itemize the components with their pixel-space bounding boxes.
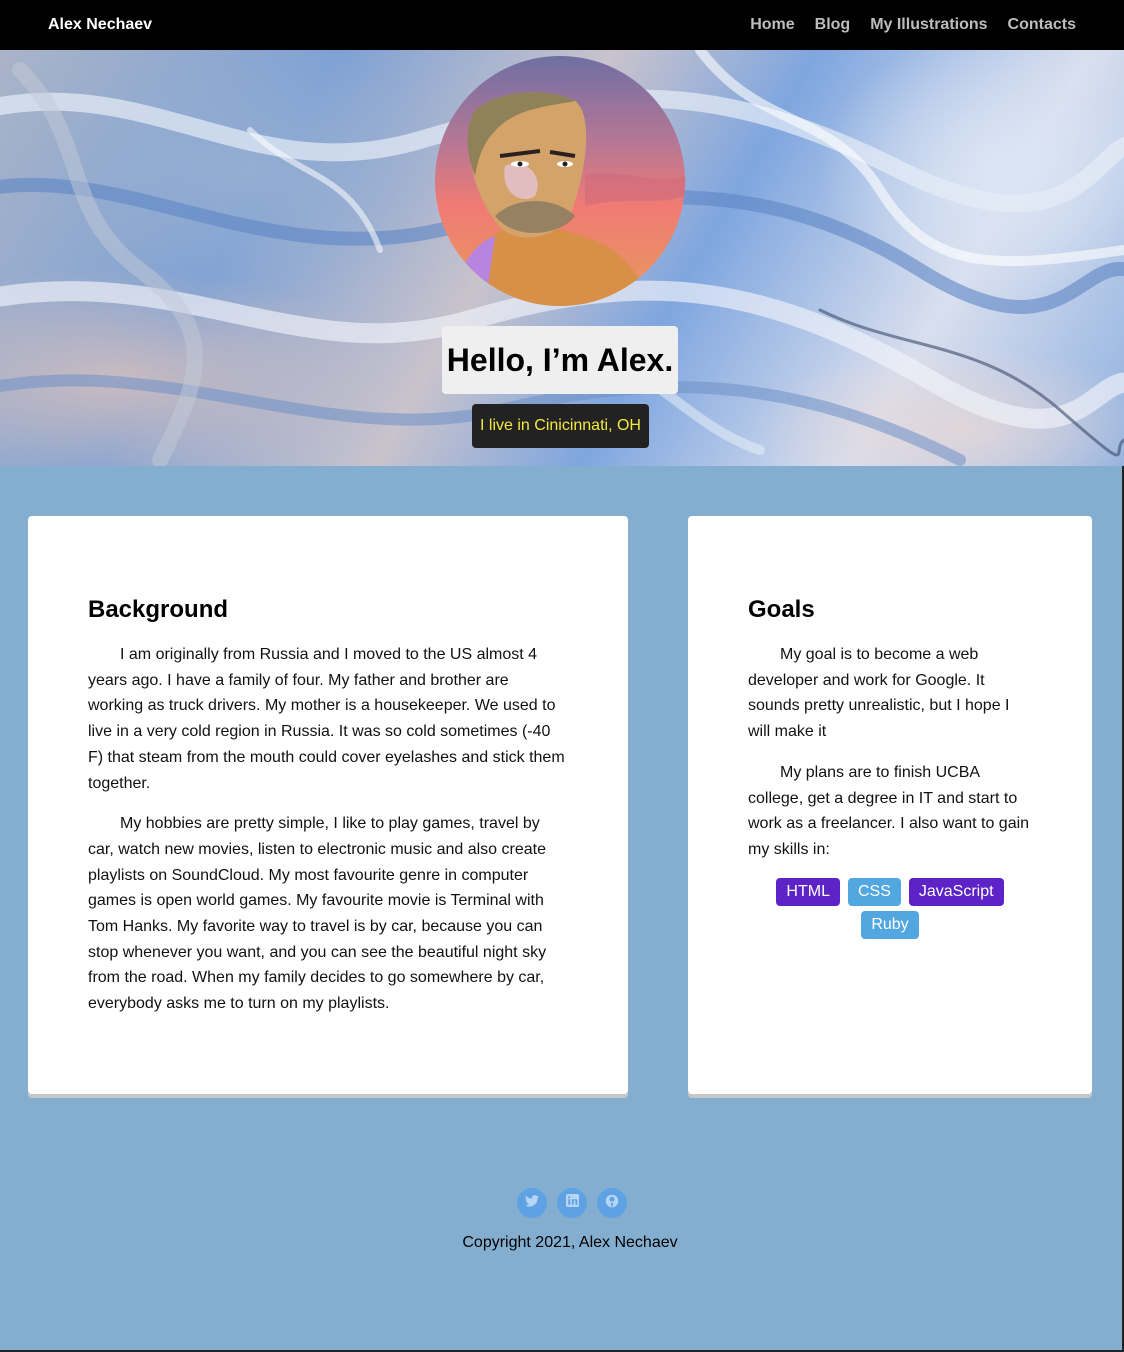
nav-links: Home Blog My Illustrations Contacts [730, 16, 1076, 34]
nav-link-illustrations[interactable]: My Illustrations [870, 16, 987, 34]
hero-title: Hello, I’m Alex. [442, 326, 678, 394]
hero-subtitle: I live in Cinicinnati, OH [472, 404, 649, 448]
navbar: Alex Nechaev Home Blog My Illustrations … [0, 0, 1124, 50]
hero-section: Hello, I’m Alex. I live in Cinicinnati, … [0, 50, 1124, 466]
goals-paragraph-2: My plans are to finish UCBA college, get… [748, 763, 1030, 858]
skill-badge-css: CSS [847, 877, 901, 906]
twitter-link[interactable] [517, 1188, 547, 1218]
background-paragraph-1: I am originally from Russia and I moved … [88, 646, 565, 792]
background-card: Background I am originally from Russia a… [28, 516, 628, 1094]
social-links [517, 1188, 627, 1218]
skill-badge-html: HTML [776, 877, 840, 906]
nav-link-blog[interactable]: Blog [815, 16, 851, 34]
goals-paragraph-1: My goal is to become a web developer and… [748, 646, 1010, 741]
background-paragraph-2: My hobbies are pretty simple, I like to … [88, 815, 547, 1013]
copyright-text: Copyright 2021, Alex Nechaev [462, 1234, 678, 1251]
skills-list: HTML CSS JavaScript Ruby [748, 877, 1032, 939]
github-link[interactable] [597, 1188, 627, 1218]
github-icon [605, 1194, 619, 1213]
nav-link-home[interactable]: Home [750, 16, 794, 34]
skill-badge-javascript: JavaScript [908, 877, 1004, 906]
linkedin-link[interactable] [557, 1188, 587, 1218]
skill-badge-ruby: Ruby [861, 910, 919, 939]
avatar [435, 56, 685, 306]
twitter-icon [525, 1194, 539, 1212]
linkedin-icon [565, 1194, 579, 1212]
goals-card: Goals My goal is to become a web develop… [688, 516, 1092, 1094]
nav-link-contacts[interactable]: Contacts [1008, 16, 1076, 34]
brand-link[interactable]: Alex Nechaev [48, 16, 152, 34]
background-heading: Background [88, 596, 229, 623]
goals-heading: Goals [748, 596, 815, 623]
